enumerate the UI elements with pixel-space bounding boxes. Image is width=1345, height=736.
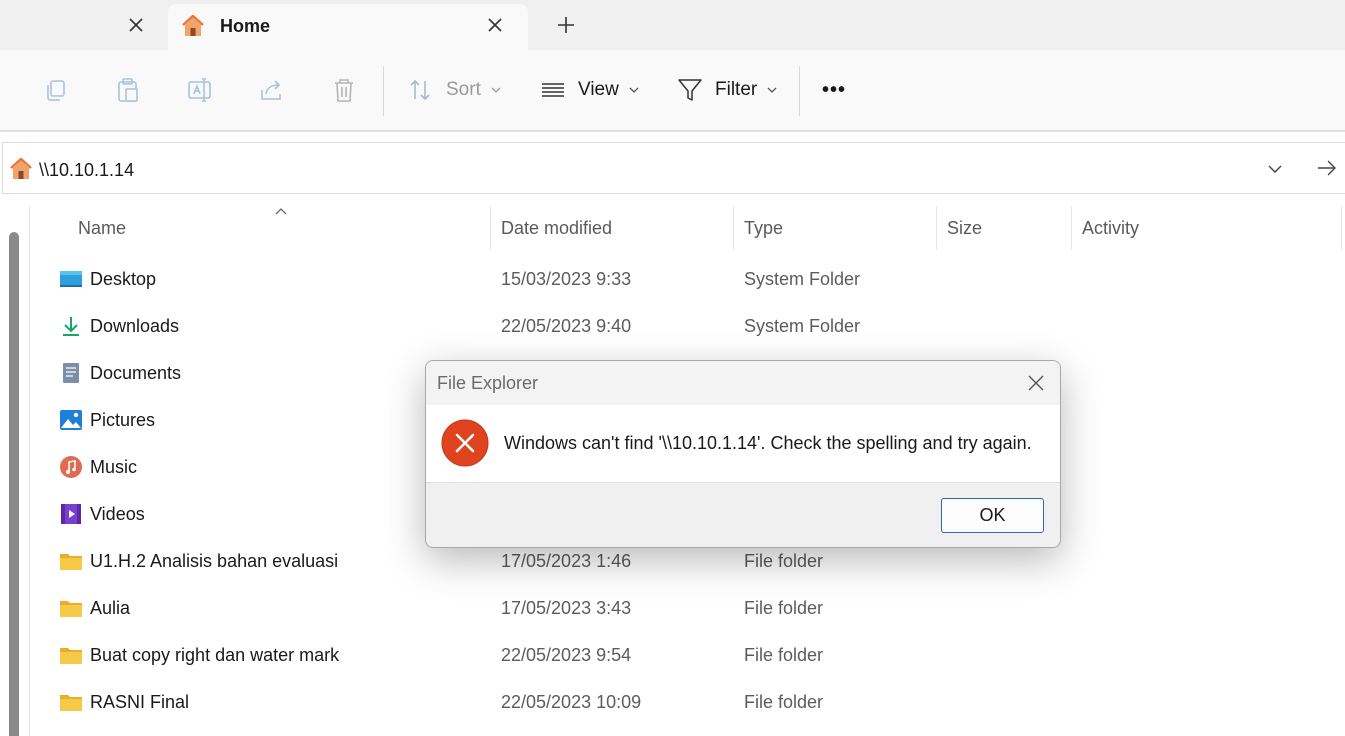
file-name: Music	[90, 457, 138, 477]
folder-icon	[60, 695, 82, 711]
file-date: 17/05/2023 1:46	[501, 551, 632, 571]
documents-icon	[63, 363, 79, 383]
folder-icon	[60, 554, 82, 570]
paste-icon[interactable]	[114, 76, 142, 104]
toolbar-divider	[799, 66, 800, 116]
videos-icon	[61, 504, 81, 524]
folder-icon	[60, 648, 82, 664]
tab-title: Home	[220, 16, 271, 36]
filter-icon	[678, 79, 702, 101]
delete-icon[interactable]	[330, 76, 358, 104]
more-options-button[interactable]: •••	[822, 74, 846, 106]
close-tab-icon[interactable]	[484, 14, 506, 36]
error-icon	[441, 419, 489, 467]
file-date: 22/05/2023 10:09	[501, 692, 642, 712]
home-icon	[182, 14, 204, 36]
chevron-down-icon[interactable]	[1265, 159, 1285, 179]
file-date: 22/05/2023 9:40	[501, 316, 632, 336]
address-path[interactable]: \\10.10.1.14	[39, 160, 134, 181]
navigation-scrollbar[interactable]	[9, 232, 19, 736]
column-header-activity[interactable]: Activity	[1072, 206, 1342, 250]
file-name: Downloads	[90, 316, 180, 336]
pictures-icon	[60, 410, 82, 430]
sort-label: Sort	[446, 79, 481, 100]
file-type: System Folder	[744, 316, 861, 336]
file-row[interactable]: Desktop 15/03/2023 9:33 System Folder	[31, 255, 1345, 302]
file-name: Desktop	[90, 269, 157, 289]
file-row[interactable]: Buat copy right dan water mark 22/05/202…	[31, 631, 1345, 678]
dialog-body: Windows can't find '\\10.10.1.14'. Check…	[426, 405, 1060, 483]
command-bar: Sort View Filter •••	[0, 50, 1345, 132]
error-dialog: File Explorer Windows can't find '\\10.1…	[425, 360, 1061, 548]
dialog-title: File Explorer	[437, 373, 539, 393]
column-header-size[interactable]: Size	[937, 206, 1072, 250]
file-row[interactable]: RASNI Final 22/05/2023 10:09 File folder	[31, 678, 1345, 725]
downloads-icon	[63, 317, 79, 336]
file-name: RASNI Final	[90, 692, 190, 712]
folder-icon	[60, 601, 82, 617]
filter-button[interactable]: Filter	[677, 74, 777, 106]
ok-button[interactable]: OK	[941, 498, 1044, 533]
column-header-date-modified[interactable]: Date modified	[491, 206, 734, 250]
view-button[interactable]: View	[540, 74, 639, 106]
file-name: U1.H.2 Analisis bahan evaluasi	[90, 551, 339, 571]
more-icon: •••	[822, 78, 847, 101]
file-name: Documents	[90, 363, 182, 383]
desktop-icon	[60, 271, 82, 287]
file-date: 15/03/2023 9:33	[501, 269, 632, 289]
file-type: File folder	[744, 598, 824, 618]
new-tab-icon[interactable]	[554, 13, 578, 37]
tab-strip: Home	[0, 0, 1345, 50]
file-name: Buat copy right dan water mark	[90, 645, 340, 665]
share-icon[interactable]	[258, 76, 286, 104]
toolbar-divider	[383, 66, 384, 116]
copy-icon[interactable]	[42, 76, 70, 104]
column-header-type[interactable]: Type	[734, 206, 937, 250]
file-name: Aulia	[90, 598, 131, 618]
sort-icon	[410, 79, 430, 101]
file-date: 22/05/2023 9:54	[501, 645, 632, 665]
view-label: View	[578, 79, 619, 100]
close-dialog-icon[interactable]	[1026, 373, 1046, 393]
tab-home[interactable]: Home	[168, 4, 528, 50]
column-headers: Name Date modified Type Size Activity	[31, 206, 1345, 250]
address-bar[interactable]: \\10.10.1.14	[2, 142, 1345, 194]
close-tab-icon[interactable]	[125, 14, 147, 36]
file-name: Videos	[90, 504, 145, 524]
navigation-pane	[0, 206, 30, 736]
home-icon	[10, 157, 32, 179]
dialog-titlebar[interactable]: File Explorer	[426, 361, 1060, 405]
music-icon	[60, 456, 82, 478]
file-row[interactable]: Aulia 17/05/2023 3:43 File folder	[31, 584, 1345, 631]
tab-previous[interactable]	[0, 0, 166, 50]
chevron-down-icon	[629, 87, 639, 93]
file-type: File folder	[744, 551, 824, 571]
file-date: 17/05/2023 3:43	[501, 598, 632, 618]
sort-button[interactable]: Sort	[408, 74, 501, 106]
file-type: System Folder	[744, 269, 861, 289]
column-header-name[interactable]: Name	[68, 206, 491, 250]
arrow-right-icon[interactable]	[1315, 156, 1339, 180]
dialog-message: Windows can't find '\\10.10.1.14'. Check…	[504, 433, 1032, 453]
chevron-down-icon	[491, 87, 501, 93]
file-name: Pictures	[90, 410, 156, 430]
filter-label: Filter	[715, 79, 758, 100]
file-row[interactable]: Downloads 22/05/2023 9:40 System Folder	[31, 302, 1345, 349]
rename-icon[interactable]	[186, 76, 214, 104]
file-type: File folder	[744, 692, 824, 712]
chevron-down-icon	[767, 87, 777, 93]
view-icon	[542, 83, 564, 97]
file-type: File folder	[744, 645, 824, 665]
